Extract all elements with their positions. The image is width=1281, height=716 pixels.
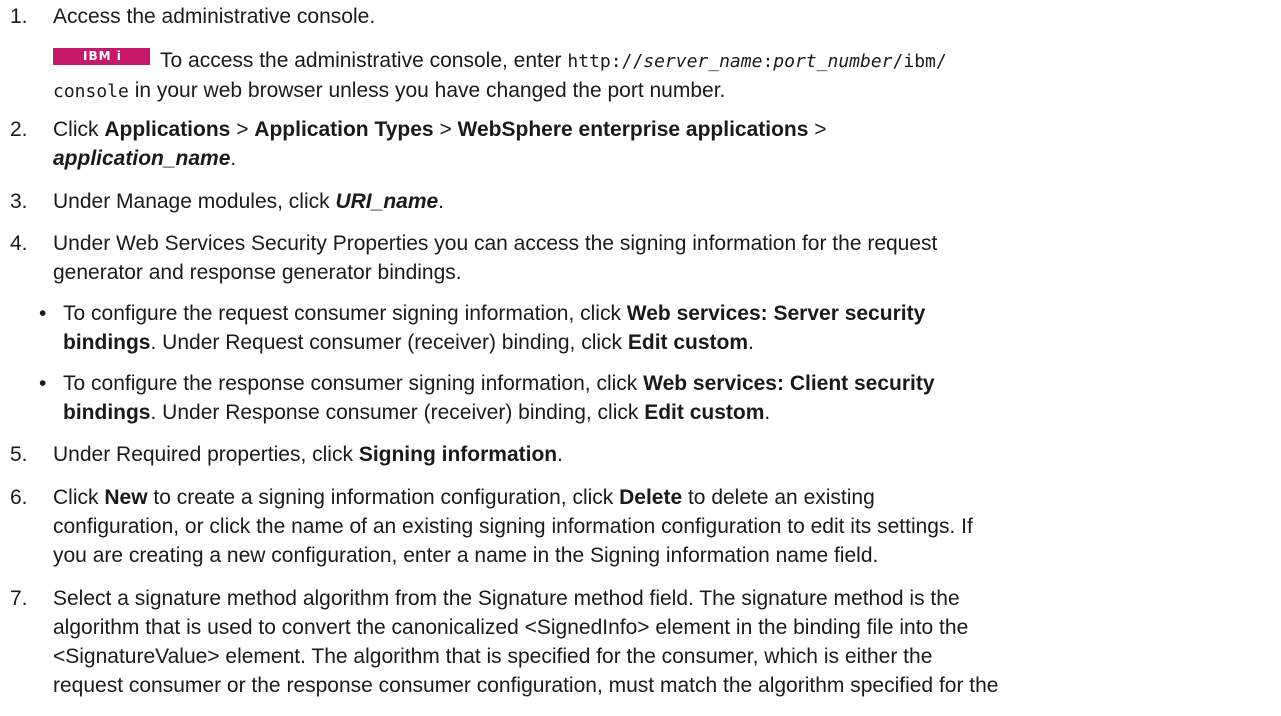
step-number: 4. <box>10 232 28 255</box>
step-number: 7. <box>10 587 28 610</box>
console-url: http://server_name:port_number/ibm/ <box>567 51 947 72</box>
bullet-icon: • <box>39 372 47 395</box>
step-text: Access the administrative console. <box>53 5 376 28</box>
ibm-i-badge: IBM i <box>53 48 150 65</box>
bullet-icon: • <box>39 302 47 325</box>
step-number: 1. <box>10 5 28 28</box>
step-number: 2. <box>10 118 28 141</box>
step-number: 5. <box>10 443 28 466</box>
step-number: 6. <box>10 486 28 509</box>
step-number: 3. <box>10 190 28 213</box>
